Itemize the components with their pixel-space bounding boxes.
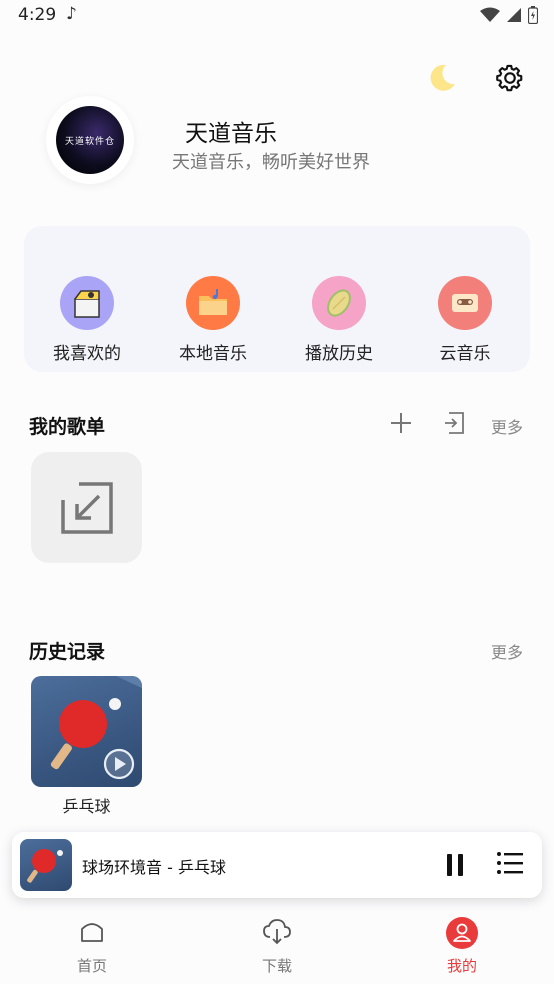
quick-action-local-music[interactable]: 本地音乐: [158, 276, 268, 364]
tab-download[interactable]: 下载: [237, 917, 317, 976]
quick-action-history[interactable]: 播放历史: [284, 276, 394, 364]
playlists-more-link[interactable]: 更多: [491, 414, 523, 438]
tab-label: 我的: [446, 957, 477, 975]
history-more-link[interactable]: 更多: [491, 639, 523, 663]
pause-icon[interactable]: [444, 852, 466, 878]
add-playlist-icon[interactable]: [389, 411, 413, 435]
quick-actions-card: 我喜欢的 本地音乐 播放历史 云音乐: [24, 226, 530, 372]
moon-icon[interactable]: [426, 62, 458, 94]
import-playlist-tile[interactable]: [31, 452, 142, 563]
mini-player-title: 球场环境音 - 乒乓球: [82, 858, 226, 877]
local-folder-icon: [186, 276, 240, 330]
import-playlist-icon[interactable]: [443, 411, 467, 435]
profile-name: 天道音乐: [185, 121, 277, 147]
tab-home[interactable]: 首页: [52, 917, 132, 976]
battery-icon: [528, 6, 538, 24]
avatar[interactable]: 天道软件仓: [46, 96, 134, 184]
profile-subtitle: 天道音乐，畅听美好世界: [172, 152, 370, 173]
wifi-icon: [480, 7, 500, 22]
ping-pong-paddle-icon: [27, 849, 63, 883]
cloud-download-icon: [263, 919, 291, 945]
tab-label: 下载: [261, 957, 292, 975]
gear-icon[interactable]: [495, 63, 525, 93]
quick-action-label: 本地音乐: [179, 344, 247, 364]
home-icon: [81, 923, 103, 942]
history-section-title: 历史记录: [29, 641, 106, 663]
signal-icon: [507, 8, 521, 22]
import-arrow-icon: [60, 481, 113, 534]
quick-action-label: 我喜欢的: [53, 344, 121, 364]
history-disc-icon: [312, 276, 366, 330]
music-note-icon: ♪: [66, 4, 77, 24]
system-icons: [480, 6, 538, 24]
status-time: 4:29: [18, 5, 57, 25]
playlist-queue-icon[interactable]: [496, 851, 524, 875]
tab-mine[interactable]: 我的: [422, 917, 502, 976]
quick-action-cloud-music[interactable]: 云音乐: [410, 276, 520, 364]
status-bar: 4:29 ♪: [0, 0, 554, 32]
avatar-logo-text: 天道软件仓: [64, 136, 115, 147]
quick-action-label: 播放历史: [305, 344, 373, 364]
avatar-image: 天道软件仓: [56, 106, 124, 174]
bottom-tab-bar: 首页 下载 我的: [0, 905, 554, 984]
playlists-section-title: 我的歌单: [29, 416, 106, 438]
mini-player-thumbnail: [20, 839, 72, 891]
cloud-cassette-icon: [438, 276, 492, 330]
history-item[interactable]: 乒乓球: [31, 676, 142, 817]
quick-action-label: 云音乐: [439, 344, 491, 364]
mini-player[interactable]: 球场环境音 - 乒乓球: [12, 832, 542, 898]
favorites-box-icon: [60, 276, 114, 330]
history-item-title: 乒乓球: [62, 797, 111, 816]
quick-action-favorites[interactable]: 我喜欢的: [32, 276, 142, 364]
history-thumbnail: [31, 676, 142, 787]
ping-pong-paddle-icon: [50, 676, 142, 780]
user-icon: [446, 917, 478, 949]
tab-label: 首页: [76, 957, 107, 975]
